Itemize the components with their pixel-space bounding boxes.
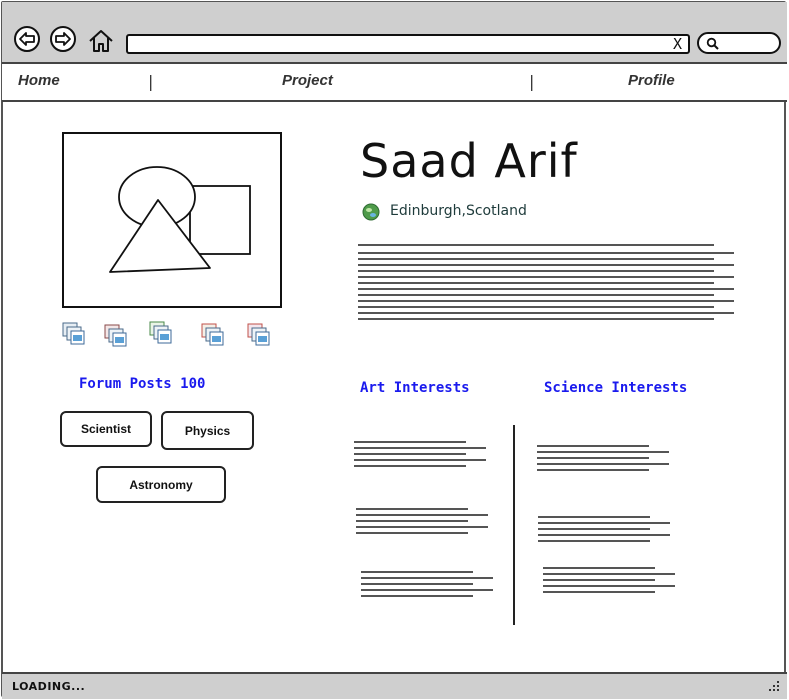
forward-button[interactable] (50, 26, 76, 52)
text-line (358, 282, 714, 284)
text-line (537, 463, 669, 465)
text-line (358, 258, 714, 260)
text-line (354, 459, 486, 461)
art-interests-heading[interactable]: Art Interests (360, 380, 470, 396)
nav-home[interactable]: Home (18, 72, 60, 89)
text-line (358, 288, 734, 290)
nav-profile[interactable]: Profile (628, 72, 675, 89)
text-line (358, 300, 734, 302)
photo-thumbnail-icon[interactable] (149, 321, 173, 345)
text-line (361, 577, 493, 579)
photo-thumbnail-icon[interactable] (104, 324, 128, 348)
home-icon (89, 30, 113, 52)
text-line (354, 453, 466, 455)
tag-scientist-button[interactable]: Scientist (60, 411, 152, 447)
text-line (538, 534, 670, 536)
text-line (354, 465, 466, 467)
text-line (356, 526, 488, 528)
text-line (538, 516, 650, 518)
text-line (543, 591, 655, 593)
back-button[interactable] (14, 26, 40, 52)
back-icon (19, 32, 35, 46)
nav-project[interactable]: Project (282, 72, 333, 89)
search-icon (706, 37, 719, 50)
text-line (538, 522, 670, 524)
home-button[interactable] (88, 28, 114, 54)
text-line (358, 294, 714, 296)
text-line (358, 276, 734, 278)
text-line (361, 571, 473, 573)
tag-astronomy-button[interactable]: Astronomy (96, 466, 226, 503)
text-line (361, 595, 473, 597)
nav-bar: Home | Project | Profile (2, 64, 787, 102)
url-clear-icon[interactable]: X (673, 35, 682, 53)
text-line (538, 528, 650, 530)
text-line (358, 270, 714, 272)
text-line (356, 532, 468, 534)
text-line (356, 520, 468, 522)
search-input[interactable] (697, 32, 781, 54)
browser-window (1, 1, 786, 697)
photo-thumbnail-icon[interactable] (62, 322, 86, 346)
text-line (356, 514, 488, 516)
profile-image-placeholder (62, 132, 282, 308)
nav-separator: | (148, 72, 154, 91)
photo-thumbnail-icon[interactable] (201, 323, 225, 347)
globe-icon (362, 203, 380, 221)
nav-separator: | (529, 72, 535, 91)
forum-posts-link[interactable]: Forum Posts 100 (79, 376, 205, 392)
profile-location: Edinburgh,Scotland (390, 203, 527, 219)
text-line (537, 445, 649, 447)
text-line (354, 447, 486, 449)
text-line (537, 451, 669, 453)
resize-grip-icon[interactable] (767, 679, 781, 693)
text-line (537, 469, 649, 471)
browser-toolbar: X (2, 2, 787, 64)
text-line (354, 441, 466, 443)
text-line (358, 312, 734, 314)
forward-icon (55, 32, 71, 46)
tag-physics-button[interactable]: Physics (161, 411, 254, 450)
text-line (358, 244, 714, 246)
profile-name: Saad Arif (360, 134, 578, 188)
text-line (361, 589, 493, 591)
text-line (361, 583, 473, 585)
image-placeholder-icon (109, 166, 251, 273)
text-line (358, 264, 734, 266)
text-line (358, 252, 734, 254)
text-line (358, 306, 714, 308)
column-divider (513, 425, 515, 625)
text-line (543, 573, 675, 575)
text-line (543, 585, 675, 587)
text-line (356, 508, 468, 510)
text-line (543, 579, 655, 581)
photo-thumbnail-icon[interactable] (247, 323, 271, 347)
status-text: LOADING... (12, 680, 86, 693)
science-interests-heading[interactable]: Science Interests (544, 380, 687, 396)
status-bar: LOADING... (2, 672, 787, 699)
url-bar[interactable]: X (126, 34, 690, 54)
text-line (537, 457, 649, 459)
text-line (538, 540, 650, 542)
text-line (543, 567, 655, 569)
text-line (358, 318, 714, 320)
